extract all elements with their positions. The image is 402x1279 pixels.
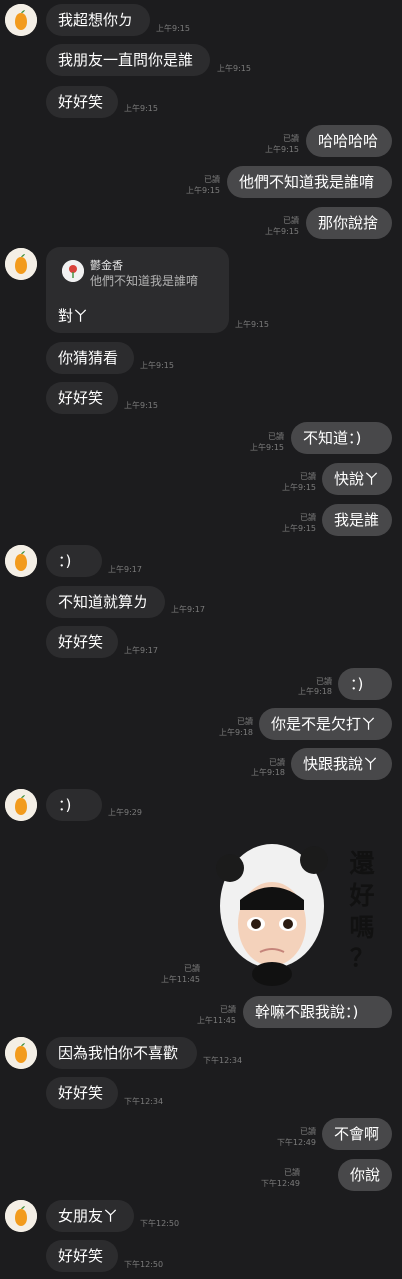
contact-avatar[interactable] xyxy=(5,545,37,577)
read-receipt: 已讀 xyxy=(204,175,220,184)
message-bubble[interactable]: ：) xyxy=(338,668,392,700)
message-time: 下午12:49 xyxy=(260,1179,300,1188)
message-time: 上午9:15 xyxy=(140,361,174,370)
message-time: 上午9:18 xyxy=(251,768,285,777)
contact-avatar[interactable] xyxy=(5,789,37,821)
chat-room: 我超想你ㄉ 上午9:15 我朋友一直問你是誰 上午9:15 好好笑 上午9:15… xyxy=(0,0,402,1279)
message-time: 上午11:45 xyxy=(160,975,200,984)
contact-avatar[interactable] xyxy=(5,248,37,280)
message-bubble[interactable]: 那你說捨 xyxy=(306,207,392,239)
read-receipt: 已讀 xyxy=(184,964,200,973)
read-receipt: 已讀 xyxy=(300,1127,316,1136)
reply-quote-text: 他們不知道我是誰唷 xyxy=(90,274,199,288)
message-time: 下午12:50 xyxy=(140,1219,180,1228)
message-time: 上午11:45 xyxy=(196,1016,236,1025)
read-receipt: 已讀 xyxy=(300,513,316,522)
message-bubble[interactable]: 他們不知道我是誰唷 xyxy=(227,166,392,198)
reply-message[interactable]: 鬱金香 他們不知道我是誰唷 對ㄚ xyxy=(46,247,229,333)
message-time: 上午9:15 xyxy=(156,24,190,33)
read-receipt: 已讀 xyxy=(316,677,332,686)
message-bubble[interactable]: 女朋友ㄚ xyxy=(46,1200,134,1232)
contact-avatar[interactable] xyxy=(5,1200,37,1232)
message-bubble[interactable]: 哈哈哈哈 xyxy=(306,125,392,157)
read-receipt: 已讀 xyxy=(283,134,299,143)
read-receipt: 已讀 xyxy=(284,1168,300,1177)
sticker-message[interactable]: 還 好 嗎 ？ xyxy=(216,830,382,990)
message-time: 上午9:18 xyxy=(219,728,253,737)
message-time: 上午9:15 xyxy=(124,104,158,113)
message-time: 下午12:34 xyxy=(203,1056,243,1065)
message-time: 上午9:18 xyxy=(298,687,332,696)
message-bubble[interactable]: 好好笑 xyxy=(46,86,118,118)
message-time: 下午12:50 xyxy=(124,1260,164,1269)
message-time: 上午9:15 xyxy=(282,524,316,533)
message-time: 上午9:17 xyxy=(171,605,205,614)
read-receipt: 已讀 xyxy=(268,432,284,441)
message-bubble[interactable]: ：) xyxy=(46,789,102,821)
message-time: 上午9:15 xyxy=(250,443,284,452)
message-bubble[interactable]: 好好笑 xyxy=(46,626,118,658)
message-bubble[interactable]: 好好笑 xyxy=(46,382,118,414)
message-bubble[interactable]: 不知道就算ㄌ xyxy=(46,586,165,618)
message-bubble[interactable]: 我是誰 xyxy=(322,504,392,536)
read-receipt: 已讀 xyxy=(220,1005,236,1014)
message-time: 下午12:34 xyxy=(124,1097,164,1106)
message-bubble[interactable]: 你猜猜看 xyxy=(46,342,134,374)
message-time: 上午9:15 xyxy=(186,186,220,195)
message-bubble[interactable]: 你說 xyxy=(338,1159,392,1191)
message-bubble[interactable]: ：) xyxy=(46,545,102,577)
read-receipt: 已讀 xyxy=(237,717,253,726)
message-bubble[interactable]: 幹嘛不跟我說：) xyxy=(243,996,392,1028)
message-time: 上午9:15 xyxy=(265,145,299,154)
message-time: 上午9:17 xyxy=(108,565,142,574)
flower-avatar-icon xyxy=(62,260,84,282)
message-bubble[interactable]: 我超想你ㄉ xyxy=(46,4,150,36)
message-time: 上午9:29 xyxy=(108,808,142,817)
message-time: 上午9:15 xyxy=(265,227,299,236)
message-bubble[interactable]: 我朋友一直問你是誰 xyxy=(46,44,210,76)
contact-avatar[interactable] xyxy=(5,4,37,36)
message-bubble[interactable]: 好好笑 xyxy=(46,1240,118,1272)
sticker-text: 還 xyxy=(349,849,375,878)
message-bubble[interactable]: 快說ㄚ xyxy=(322,463,392,495)
message-time: 上午9:17 xyxy=(124,646,158,655)
message-time: 下午12:49 xyxy=(276,1138,316,1147)
message-time: 上午9:15 xyxy=(235,320,269,329)
read-receipt: 已讀 xyxy=(269,758,285,767)
message-bubble[interactable]: 不知道：) xyxy=(291,422,392,454)
message-bubble[interactable]: 不會啊 xyxy=(322,1118,392,1150)
message-time: 上午9:15 xyxy=(217,64,251,73)
message-bubble[interactable]: 快跟我說ㄚ xyxy=(291,748,392,780)
message-time: 上午9:15 xyxy=(282,483,316,492)
message-bubble[interactable]: 好好笑 xyxy=(46,1077,118,1109)
message-bubble[interactable]: 因為我怕你不喜歡 xyxy=(46,1037,197,1069)
sticker-text: ？ xyxy=(350,944,374,972)
contact-avatar[interactable] xyxy=(5,1037,37,1069)
reply-sender-name: 鬱金香 xyxy=(90,259,123,272)
sticker-text: 好 xyxy=(348,881,374,910)
message-bubble[interactable]: 你是不是欠打ㄚ xyxy=(259,708,392,740)
reply-message-text: 對ㄚ xyxy=(58,307,89,325)
read-receipt: 已讀 xyxy=(283,216,299,225)
sticker-text: 嗎 xyxy=(349,913,374,942)
read-receipt: 已讀 xyxy=(300,472,316,481)
message-time: 上午9:15 xyxy=(124,401,158,410)
